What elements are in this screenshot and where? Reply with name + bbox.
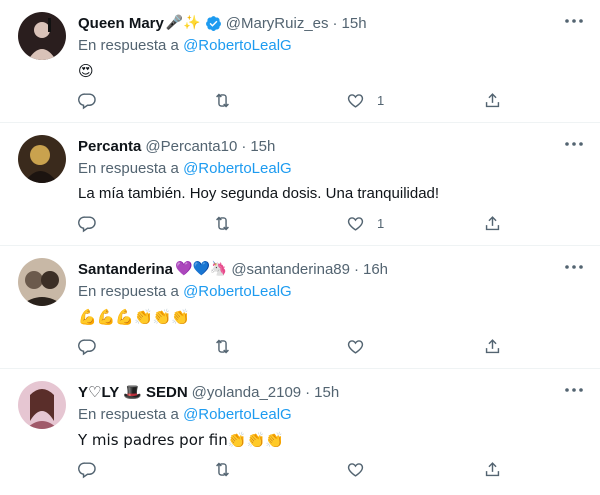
like-button[interactable]: 1 xyxy=(346,211,384,235)
like-button[interactable] xyxy=(346,334,377,358)
tweet-actions xyxy=(78,457,508,481)
tweet-text: 😍 xyxy=(78,62,94,80)
display-name[interactable]: Percanta xyxy=(78,138,141,155)
more-options-icon[interactable] xyxy=(564,385,584,395)
reply-icon xyxy=(78,92,96,109)
reply-icon xyxy=(78,461,96,478)
timestamp[interactable]: 16h xyxy=(363,261,388,278)
reply-icon xyxy=(78,215,96,232)
more-options-icon[interactable] xyxy=(564,262,584,272)
tweet-text: 💪💪💪👏👏👏 xyxy=(78,308,191,326)
reply-button[interactable] xyxy=(78,334,97,358)
tweet-actions xyxy=(78,334,508,358)
share-icon xyxy=(485,215,500,230)
tweet[interactable]: Percanta @Percanta10 · 15h En respuesta … xyxy=(0,123,600,246)
more-options-icon[interactable] xyxy=(564,16,584,26)
display-name[interactable]: Santanderina xyxy=(78,261,173,278)
tweet-text: Y mis padres por fin👏👏👏 xyxy=(78,431,284,449)
timestamp[interactable]: 15h xyxy=(314,384,339,401)
reply-icon xyxy=(78,338,96,355)
reply-context: En respuesta a @RobertoLealG xyxy=(78,37,292,54)
tweet-text: La mía también. Hoy segunda dosis. Una t… xyxy=(78,185,440,202)
share-button[interactable] xyxy=(483,211,502,235)
reply-user-link[interactable]: @RobertoLealG xyxy=(183,160,292,177)
retweet-icon xyxy=(216,339,229,353)
avatar[interactable] xyxy=(18,258,66,306)
share-icon xyxy=(485,338,500,353)
heart-icon xyxy=(347,462,364,477)
display-name[interactable]: Queen Mary xyxy=(78,15,164,32)
share-icon xyxy=(485,92,500,107)
heart-icon xyxy=(347,339,364,354)
reply-user-link[interactable]: @RobertoLealG xyxy=(183,406,292,423)
reply-feed: Queen Mary 🎤✨ @MaryRuiz_es · 15h En resp… xyxy=(0,0,600,495)
share-button[interactable] xyxy=(483,457,502,481)
tweet[interactable]: Santanderina 💜💙🦄 @santanderina89 · 16h E… xyxy=(0,246,600,369)
retweet-icon xyxy=(216,93,229,107)
avatar[interactable] xyxy=(18,12,66,60)
name-emoji: 🎤✨ xyxy=(165,15,201,31)
retweet-icon xyxy=(216,462,229,476)
handle[interactable]: @MaryRuiz_es xyxy=(226,15,329,32)
reply-context: En respuesta a @RobertoLealG xyxy=(78,160,292,177)
retweet-button[interactable] xyxy=(213,334,232,358)
timestamp[interactable]: 15h xyxy=(342,15,367,32)
reply-user-link[interactable]: @RobertoLealG xyxy=(183,283,292,300)
display-name[interactable]: Y♡LY 🎩 SEDN xyxy=(78,383,188,401)
name-emoji: 💜💙🦄 xyxy=(175,261,228,277)
tweet-actions: 1 xyxy=(78,88,508,112)
like-count: 1 xyxy=(377,92,385,108)
timestamp[interactable]: 15h xyxy=(250,138,275,155)
more-options-icon[interactable] xyxy=(564,139,584,149)
verified-badge-icon xyxy=(205,15,221,31)
heart-icon xyxy=(347,93,364,108)
avatar[interactable] xyxy=(18,135,66,183)
like-button[interactable] xyxy=(346,457,377,481)
share-button[interactable] xyxy=(483,88,502,112)
heart-icon xyxy=(347,216,364,231)
like-count: 1 xyxy=(377,215,385,231)
tweet[interactable]: Queen Mary 🎤✨ @MaryRuiz_es · 15h En resp… xyxy=(0,0,600,123)
avatar[interactable] xyxy=(18,381,66,429)
reply-button[interactable] xyxy=(78,457,97,481)
handle[interactable]: @Percanta10 xyxy=(145,138,237,155)
reply-user-link[interactable]: @RobertoLealG xyxy=(183,37,292,54)
share-button[interactable] xyxy=(483,334,502,358)
retweet-button[interactable] xyxy=(213,457,232,481)
reply-button[interactable] xyxy=(78,211,97,235)
handle[interactable]: @santanderina89 xyxy=(231,261,350,278)
retweet-button[interactable] xyxy=(213,211,232,235)
reply-button[interactable] xyxy=(78,88,97,112)
retweet-button[interactable] xyxy=(213,88,232,112)
share-icon xyxy=(485,461,500,476)
retweet-icon xyxy=(216,216,229,230)
reply-context: En respuesta a @RobertoLealG xyxy=(78,283,292,300)
handle[interactable]: @yolanda_2109 xyxy=(192,384,301,401)
like-button[interactable]: 1 xyxy=(346,88,384,112)
tweet[interactable]: Y♡LY 🎩 SEDN @yolanda_2109 · 15h En respu… xyxy=(0,369,600,495)
reply-context: En respuesta a @RobertoLealG xyxy=(78,406,292,423)
tweet-actions: 1 xyxy=(78,211,508,235)
